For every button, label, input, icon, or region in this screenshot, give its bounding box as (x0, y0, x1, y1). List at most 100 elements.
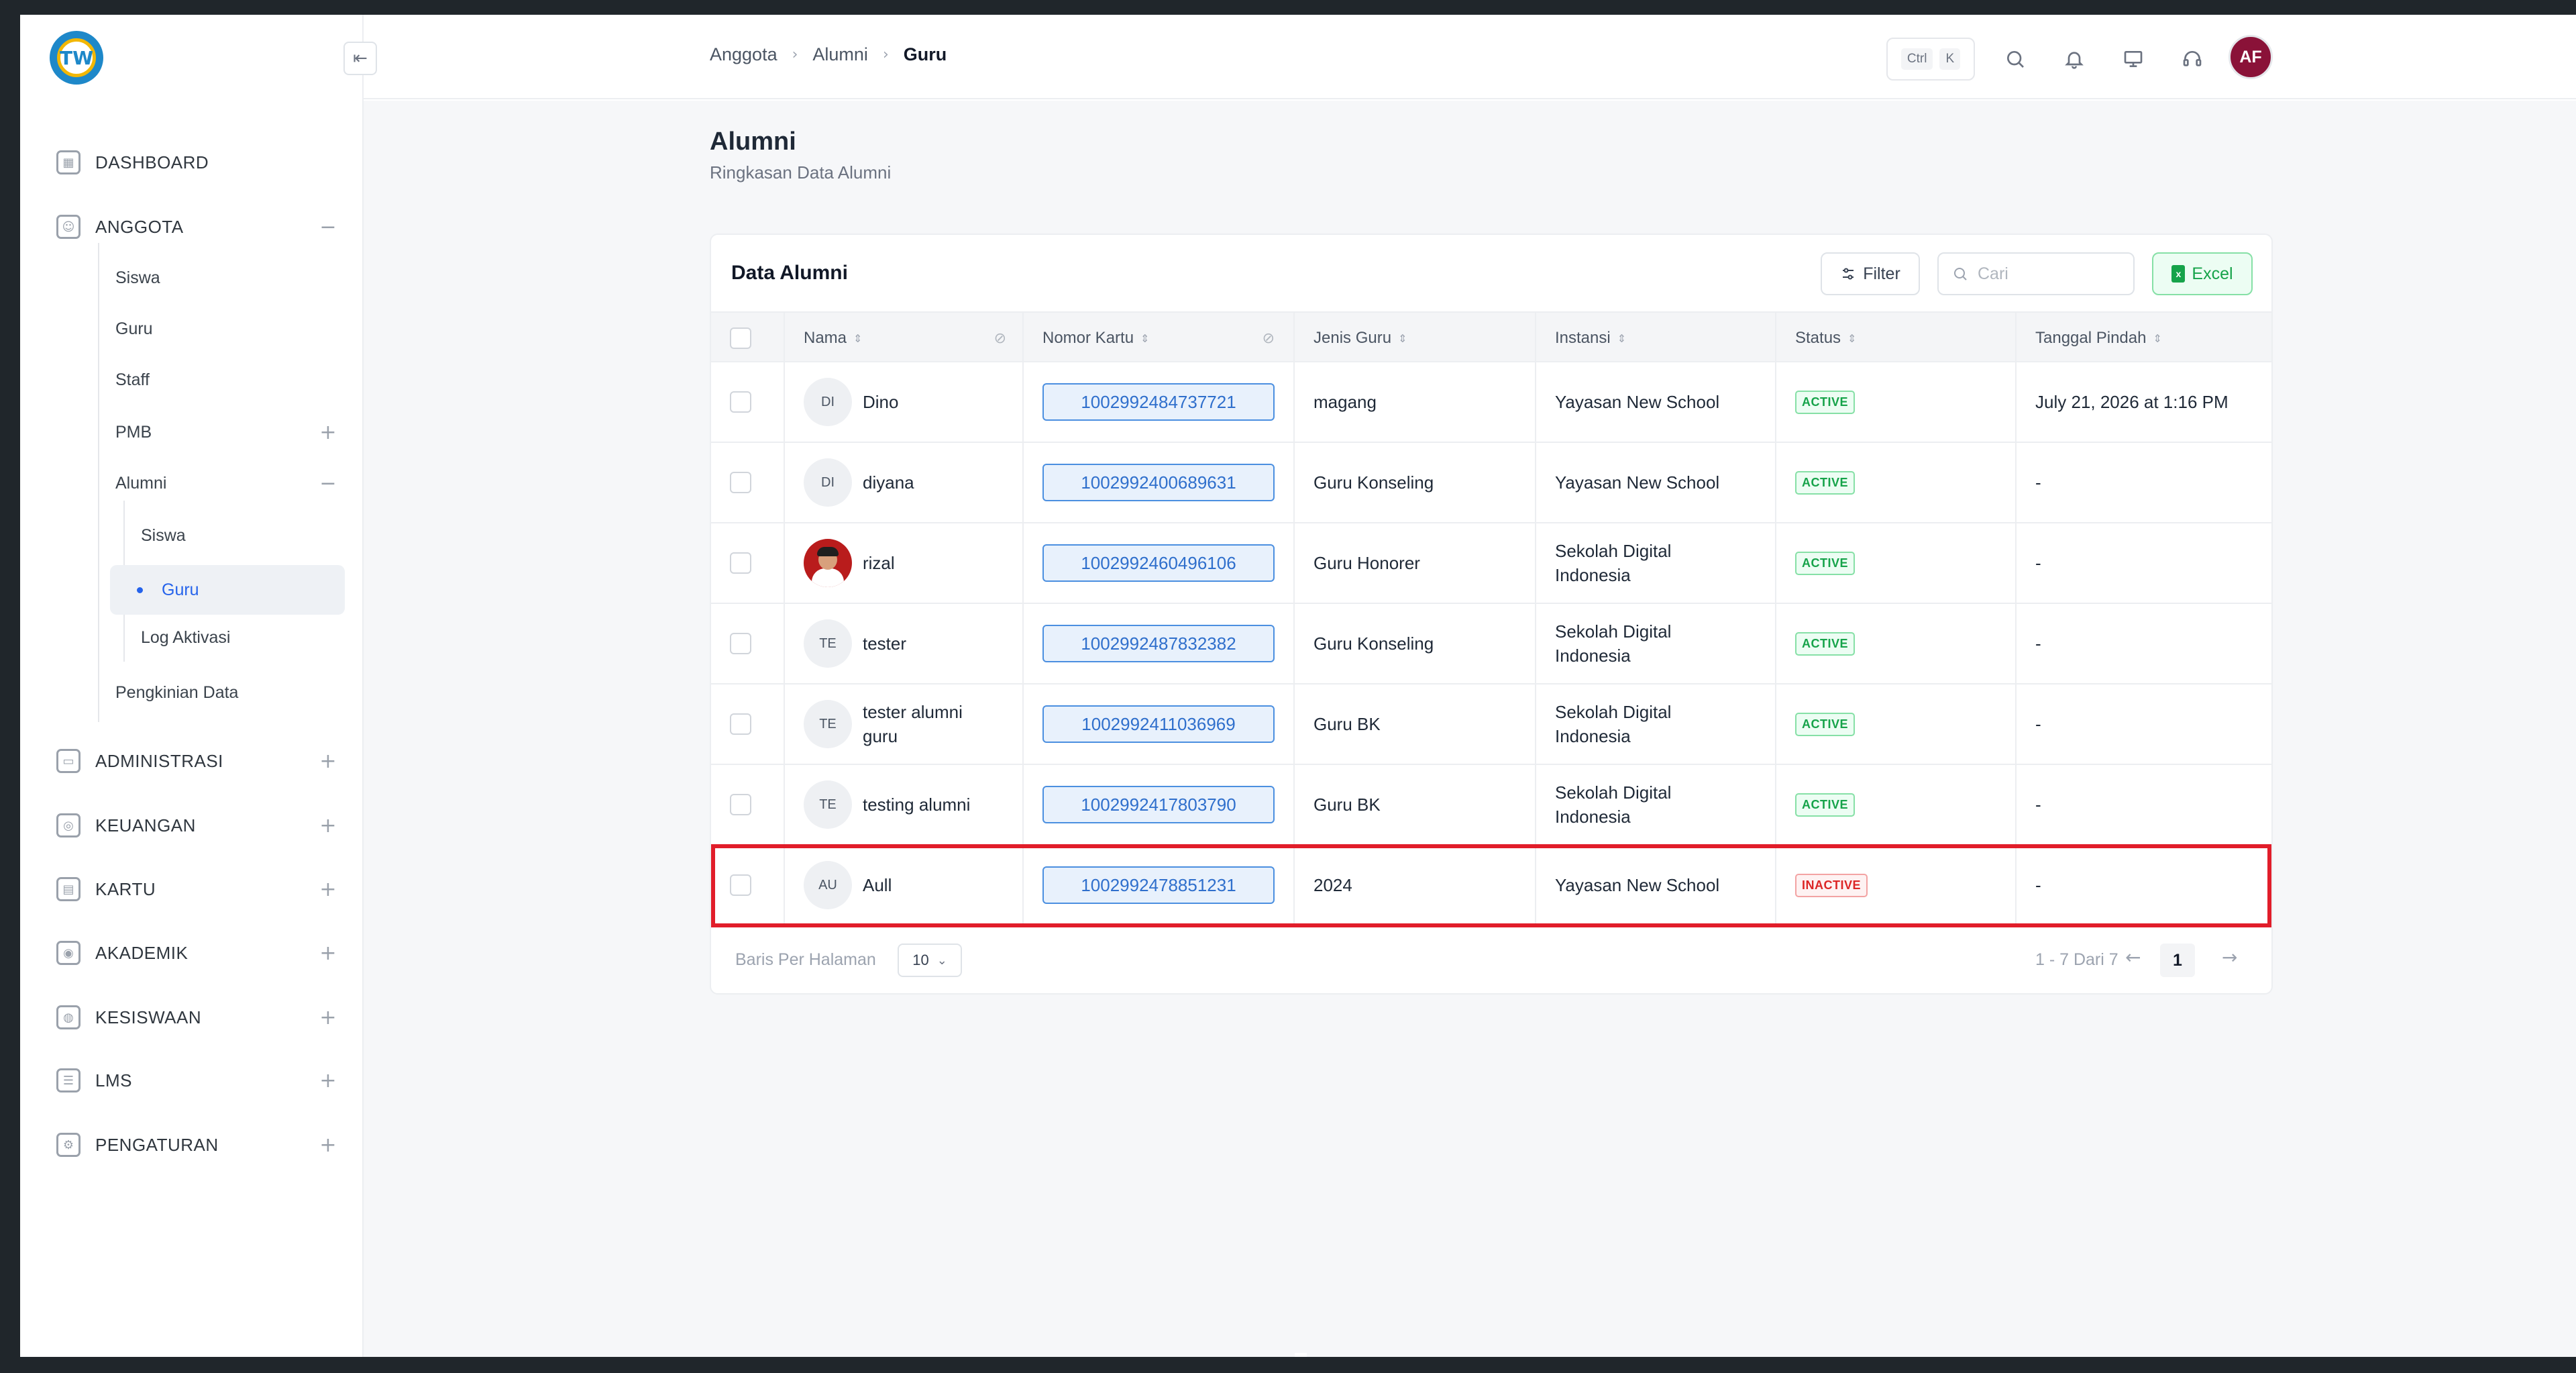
sidebar-alumni-item-label: Siswa (141, 525, 186, 545)
sidebar-item-keuangan[interactable]: ◎ KEUANGAN + (56, 805, 338, 846)
sidebar-item-label: KEUANGAN (95, 815, 196, 835)
cell-nama: TE tester alumni guru (804, 684, 1012, 764)
row-checkbox[interactable] (730, 713, 751, 735)
card-number-chip[interactable]: 1002992411036969 (1042, 705, 1275, 743)
main-content: Alumni Ringkasan Data Alumni Data Alumni… (364, 101, 2576, 1357)
table-row[interactable]: DI diyana 1002992400689631 Guru Konseling Ya… (711, 443, 2271, 523)
sidebar-alumni-item-siswa[interactable]: Siswa (141, 515, 342, 556)
headset-icon[interactable] (2178, 44, 2207, 74)
table-row[interactable]: rizal 1002992460496106 Guru Honorer Sekolah… (711, 523, 2271, 604)
status-badge: INACTIVE (1795, 873, 1868, 897)
column-header-status[interactable]: Status ⇕ (1795, 313, 2017, 364)
column-header-nomor-kartu[interactable]: Nomor Kartu ⇕ ⊘ (1042, 313, 1297, 364)
column-header-instansi[interactable]: Instansi ⇕ (1555, 313, 1776, 364)
row-checkbox[interactable] (730, 794, 751, 815)
status-badge: ACTIVE (1795, 470, 1856, 495)
sidebar-subitem-label: PMB (115, 422, 152, 442)
sidebar-subitem-staff[interactable]: Staff (115, 360, 338, 400)
sidebar-subitem-guru[interactable]: Guru (115, 309, 338, 349)
search-input[interactable]: Cari (1937, 252, 2135, 295)
table-row[interactable]: TE tester alumni guru 1002992411036969 Guru… (711, 684, 2271, 765)
cell-tanggal-pindah: - (2035, 874, 2041, 895)
table-row[interactable]: DI Dino 1002992484737721 magang Yayasan New … (711, 362, 2271, 443)
user-avatar[interactable]: AF (2229, 35, 2273, 79)
sidebar-item-pengaturan[interactable]: ⚙ PENGATURAN + (56, 1125, 338, 1165)
bell-icon[interactable] (2059, 44, 2089, 74)
sidebar-alumni-item-label: Guru (162, 580, 199, 599)
cell-tanggal-pindah: - (2035, 552, 2041, 573)
card-number-chip[interactable]: 1002992400689631 (1042, 464, 1275, 501)
monitor-icon[interactable] (2118, 44, 2148, 74)
sort-icon: ⇕ (853, 332, 863, 345)
table-header: Nama ⇕ ⊘ Nomor Kartu ⇕ ⊘ Jenis Guru ⇕ Instans… (711, 311, 2271, 364)
sidebar-item-kesiswaan[interactable]: ◍ KESISWAAN + (56, 997, 338, 1037)
expand-icon: + (319, 941, 337, 965)
sidebar-item-lms[interactable]: ☰ LMS + (56, 1060, 338, 1101)
search-icon[interactable] (2000, 44, 2030, 74)
rows-per-page-label: Baris Per Halaman (735, 950, 876, 969)
rows-per-page-select[interactable]: 10 ⌄ (898, 944, 962, 977)
arrow-left-icon[interactable]: ← (2125, 946, 2141, 968)
sidebar-collapse-icon[interactable]: ⇤ (343, 42, 377, 75)
card-number-chip[interactable]: 1002992487832382 (1042, 625, 1275, 662)
member-name: testing alumni (863, 795, 971, 815)
card-number-chip[interactable]: 1002992484737721 (1042, 383, 1275, 421)
expand-icon: + (319, 1133, 337, 1157)
unpin-icon[interactable]: ⊘ (994, 330, 1006, 347)
sort-icon: ⇕ (1140, 332, 1150, 345)
member-name: Dino (863, 392, 899, 412)
row-checkbox[interactable] (730, 874, 751, 896)
chevron-right-icon: › (882, 46, 889, 63)
sidebar-subitem-pengkinian-data[interactable]: Pengkinian Data (115, 672, 338, 713)
filter-button[interactable]: Filter (1821, 252, 1920, 295)
logo-mark: TW (60, 46, 93, 69)
arrow-right-icon[interactable]: → (2222, 946, 2237, 968)
sidebar-subitem-label: Guru (115, 319, 153, 338)
expand-icon: + (319, 877, 337, 901)
card-number-chip[interactable]: 1002992478851231 (1042, 866, 1275, 904)
sort-icon: ⇕ (1398, 332, 1407, 345)
sidebar-item-dashboard[interactable]: ▦ DASHBOARD (56, 142, 338, 183)
row-checkbox[interactable] (730, 633, 751, 654)
sidebar-subitem-alumni[interactable]: Alumni − (115, 463, 338, 503)
sidebar-subitem-label: Siswa (115, 268, 160, 287)
cell-nama: AU Aull (804, 846, 1012, 925)
app-logo[interactable]: TW (50, 31, 103, 85)
row-checkbox[interactable] (730, 391, 751, 413)
row-checkbox[interactable] (730, 552, 751, 574)
export-excel-button[interactable]: x Excel (2152, 252, 2253, 295)
sidebar-item-akademik[interactable]: ◉ AKADEMIK + (56, 933, 338, 973)
unpin-icon[interactable]: ⊘ (1263, 330, 1275, 347)
sidebar-item-kartu[interactable]: ▤ KARTU + (56, 869, 338, 909)
sidebar-subitem-label: Pengkinian Data (115, 682, 239, 702)
card-number-chip[interactable]: 1002992460496106 (1042, 544, 1275, 582)
row-checkbox[interactable] (730, 472, 751, 493)
column-header-jenis-guru[interactable]: Jenis Guru ⇕ (1313, 313, 1535, 364)
table-footer: Baris Per Halaman 10 ⌄ 1 - 7 Dari 7 ← 1 … (711, 939, 2271, 980)
active-indicator (137, 587, 143, 593)
command-palette-shortcut[interactable]: Ctrl K (1886, 38, 1975, 81)
sidebar-item-administrasi[interactable]: ▭ ADMINISTRASI + (56, 741, 338, 781)
sidebar-subitem-siswa[interactable]: Siswa (115, 258, 338, 298)
member-name: rizal (863, 553, 895, 573)
sidebar-subitem-pmb[interactable]: PMB + (115, 412, 338, 452)
sidebar-item-anggota[interactable]: ☺ ANGGOTA − (56, 207, 338, 247)
cell-jenis-guru: Guru Honorer (1313, 552, 1420, 573)
grid-icon: ▦ (56, 150, 80, 174)
breadcrumb-item-alumni[interactable]: Alumni (812, 44, 868, 65)
sidebar-alumni-item-log-aktivasi[interactable]: Log Aktivasi (141, 617, 342, 658)
card-icon: ▤ (56, 877, 80, 901)
table-row[interactable]: TE tester 1002992487832382 Guru Konseling Se… (711, 604, 2271, 684)
cell-instansi: Sekolah Digital Indonesia (1555, 621, 1672, 666)
card-number-chip[interactable]: 1002992417803790 (1042, 786, 1275, 823)
sidebar-alumni-item-guru[interactable]: Guru (110, 565, 345, 615)
avatar: AU (804, 861, 852, 909)
pagination-current-page[interactable]: 1 (2160, 944, 2195, 977)
column-header-nama[interactable]: Nama ⇕ ⊘ (804, 313, 1029, 364)
select-all-checkbox[interactable] (730, 327, 751, 349)
table-row[interactable]: AU Aull 1002992478851231 2024 Yayasan New Sc… (711, 846, 2271, 926)
excel-file-icon: x (2171, 265, 2186, 283)
breadcrumb-item-anggota[interactable]: Anggota (710, 44, 777, 65)
table-row[interactable]: TE testing alumni 1002992417803790 Guru BK S… (711, 765, 2271, 846)
column-header-tanggal-pindah[interactable]: Tanggal Pindah ⇕ (2035, 313, 2263, 364)
